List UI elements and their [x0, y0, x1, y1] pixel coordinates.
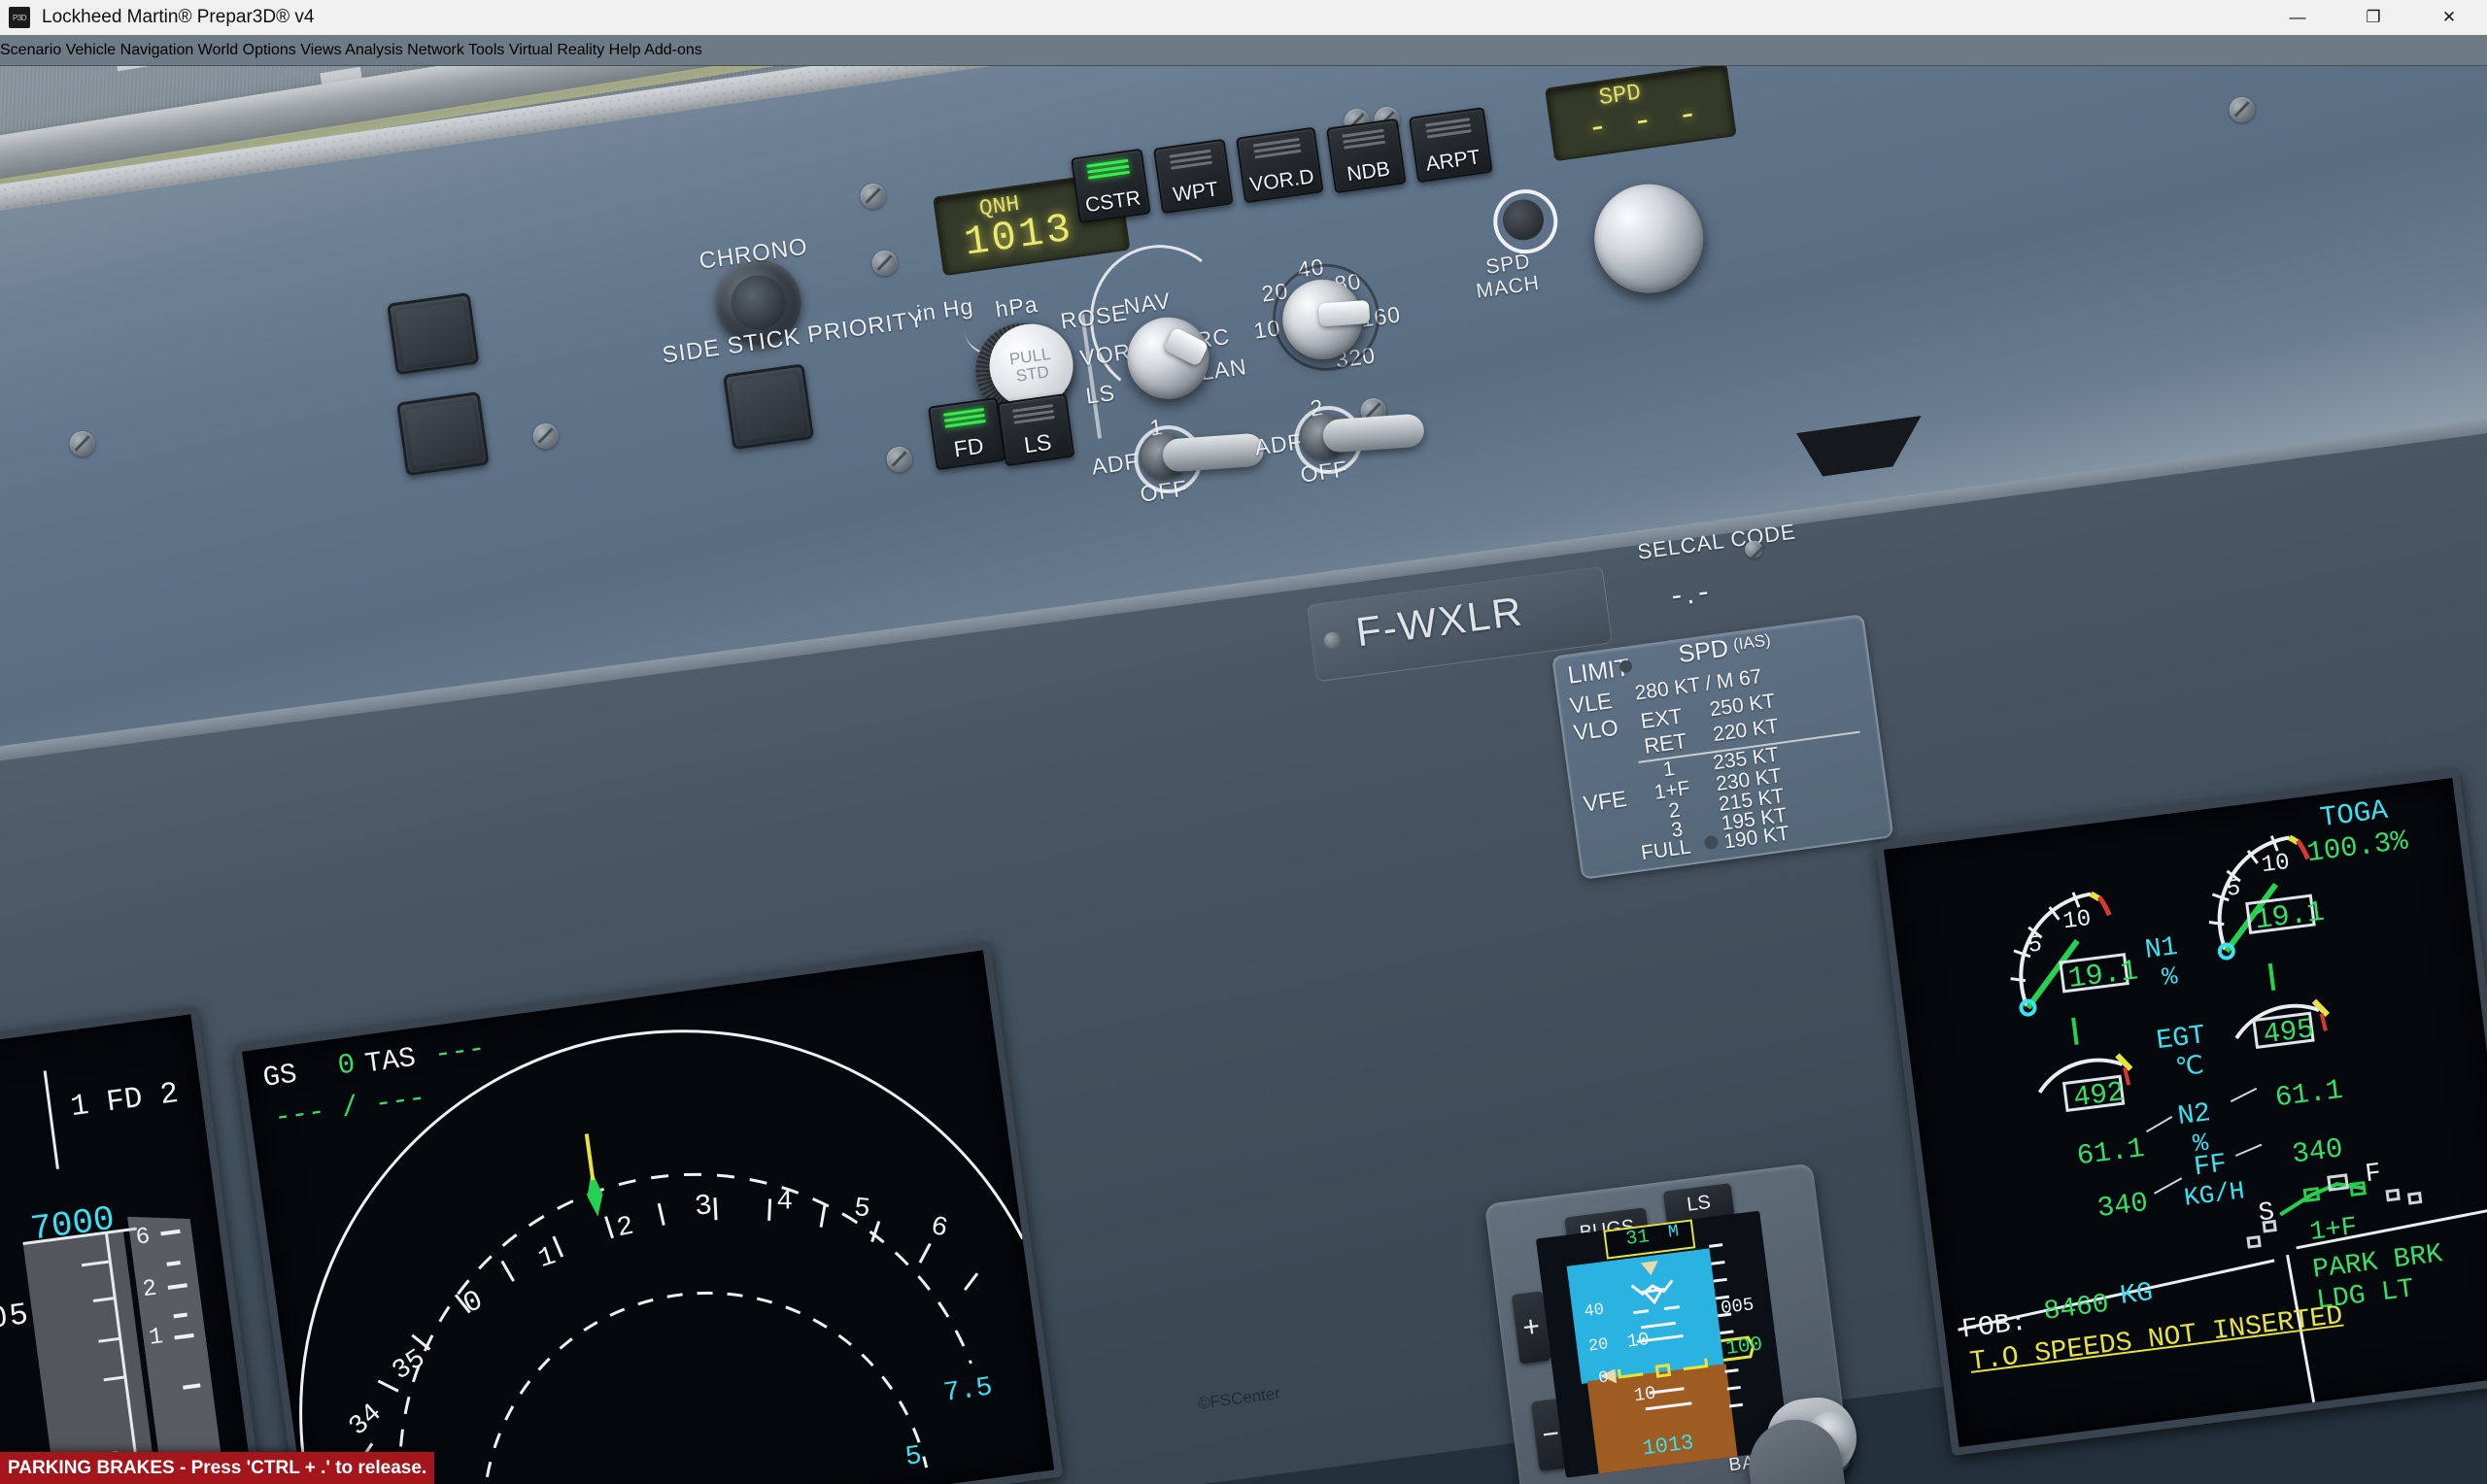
- minimize-button[interactable]: —: [2260, 0, 2335, 35]
- isis-alt-scale-0: 0: [1597, 1368, 1610, 1389]
- efis-button-arpt[interactable]: ARPT: [1409, 107, 1493, 184]
- baro-knob-std-label: STD: [1014, 362, 1050, 386]
- placard-spd-label: SPD: [1677, 634, 1730, 669]
- isis-altitude-value: 005: [1719, 1294, 1755, 1320]
- placard-limit-label: LIMIT: [1565, 654, 1632, 690]
- side-stick-priority-button[interactable]: [723, 363, 815, 451]
- maximize-button[interactable]: ❐: [2335, 0, 2411, 35]
- pfd-fd-annunciation: 1 FD 2: [68, 1076, 181, 1126]
- nd-compass-tick-3: 3: [693, 1190, 714, 1225]
- window-controls: — ❐ ✕: [2260, 0, 2487, 35]
- isis-screen: 31 M 10 10 40 20 0 005 100 1013: [1535, 1210, 1790, 1478]
- efis-button-wpt-label: WPT: [1171, 178, 1220, 207]
- nd-mode-ls-label: LS: [1084, 379, 1117, 409]
- menu-bar: Scenario Vehicle Navigation World Option…: [0, 35, 2487, 66]
- qnh-value: 1013: [961, 205, 1077, 267]
- placard-ias-label: (IAS): [1731, 630, 1772, 655]
- ecam-flap-position: 1+F: [2308, 1213, 2360, 1248]
- parking-brake-warning: PARKING BRAKES - Press 'CTRL + .' to rel…: [0, 1452, 435, 1484]
- isis-alt-scale-20: 20: [1587, 1335, 1610, 1357]
- close-button[interactable]: ✕: [2411, 0, 2487, 35]
- window-title: Lockheed Martin® Prepar3D® v4: [42, 7, 315, 27]
- nd-compass-tick-4: 4: [776, 1187, 794, 1218]
- ecam-egt-unit: ℃: [2173, 1051, 2206, 1084]
- ecam-ff-right-value: 340: [2290, 1132, 2345, 1171]
- fd-button[interactable]: FD: [928, 396, 1006, 471]
- nd-compass-tick-5: 5: [852, 1193, 872, 1226]
- isis-pitch-tick-down: 10: [1632, 1382, 1657, 1407]
- ls-button-label: LS: [1022, 428, 1053, 458]
- ls-button[interactable]: LS: [997, 392, 1075, 467]
- ecam-egt-right-value: 495: [2261, 1013, 2316, 1052]
- fd-button-label: FD: [952, 432, 986, 462]
- efis-button-arpt-label: ARPT: [1424, 146, 1482, 176]
- ecam-engine-warning-display[interactable]: TOGA 100.3% N1 % 19.1 19.1 5 10 5 10 EGT…: [1875, 769, 2487, 1456]
- ecam-n2-label: N2: [2175, 1098, 2213, 1133]
- prepar3d-window: P3D Lockheed Martin® Prepar3D® v4 — ❐ ✕ …: [0, 0, 2487, 1484]
- placard-vfe-full-sub: FULL: [1639, 835, 1692, 865]
- efis-button-ndb-label: NDB: [1346, 157, 1392, 186]
- pfd-altitude-readout: 005: [0, 1296, 33, 1340]
- speed-limit-placard: LIMIT SPD (IAS) VLE 280 KT / M 67 VLO EX…: [1551, 614, 1894, 880]
- ecam-n1-unit: %: [2160, 961, 2180, 993]
- parking-brake-warning-text: PARKING BRAKES - Press 'CTRL + .' to rel…: [8, 1457, 427, 1478]
- placard-vfe-label: VFE: [1582, 785, 1629, 817]
- isis-alt-scale-40: 40: [1583, 1300, 1606, 1322]
- efis-button-vord-label: VOR.D: [1248, 165, 1316, 197]
- efis-button-cstr[interactable]: CSTR: [1071, 148, 1151, 224]
- ecam-ff-left-value: 340: [2095, 1186, 2150, 1226]
- title-bar: P3D Lockheed Martin® Prepar3D® v4 — ❐ ✕: [0, 0, 2487, 35]
- p3d-app-icon: P3D: [9, 7, 30, 28]
- efis-button-wpt[interactable]: WPT: [1153, 138, 1234, 215]
- ecam-egt-left-value: 492: [2071, 1076, 2127, 1115]
- efis-button-ndb[interactable]: NDB: [1326, 118, 1407, 194]
- selcal-code-value: -.-: [1669, 572, 1715, 613]
- efis-button-cstr-label: CSTR: [1083, 186, 1142, 218]
- isis-pitch-tick-up: 10: [1625, 1328, 1651, 1353]
- ecam-n1-tick-10-left: 10: [2061, 905, 2094, 936]
- simulator-viewport[interactable]: CHRONO SIDE STICK PRIORITY QNH 1013 in H…: [0, 66, 2487, 1484]
- isis-speed-value: 100: [1724, 1333, 1764, 1361]
- placard-vlo-label: VLO: [1572, 714, 1620, 746]
- glareshield-pushbutton-upper-left[interactable]: [387, 292, 480, 376]
- ecam-fob-unit: KG: [2118, 1277, 2155, 1312]
- aircraft-registration: F-WXLR: [1353, 588, 1526, 656]
- ecam-n1-tick-10-right: 10: [2260, 849, 2292, 880]
- efis-button-vord[interactable]: VOR.D: [1236, 126, 1324, 204]
- glareshield-pushbutton-lower-left[interactable]: [396, 391, 490, 477]
